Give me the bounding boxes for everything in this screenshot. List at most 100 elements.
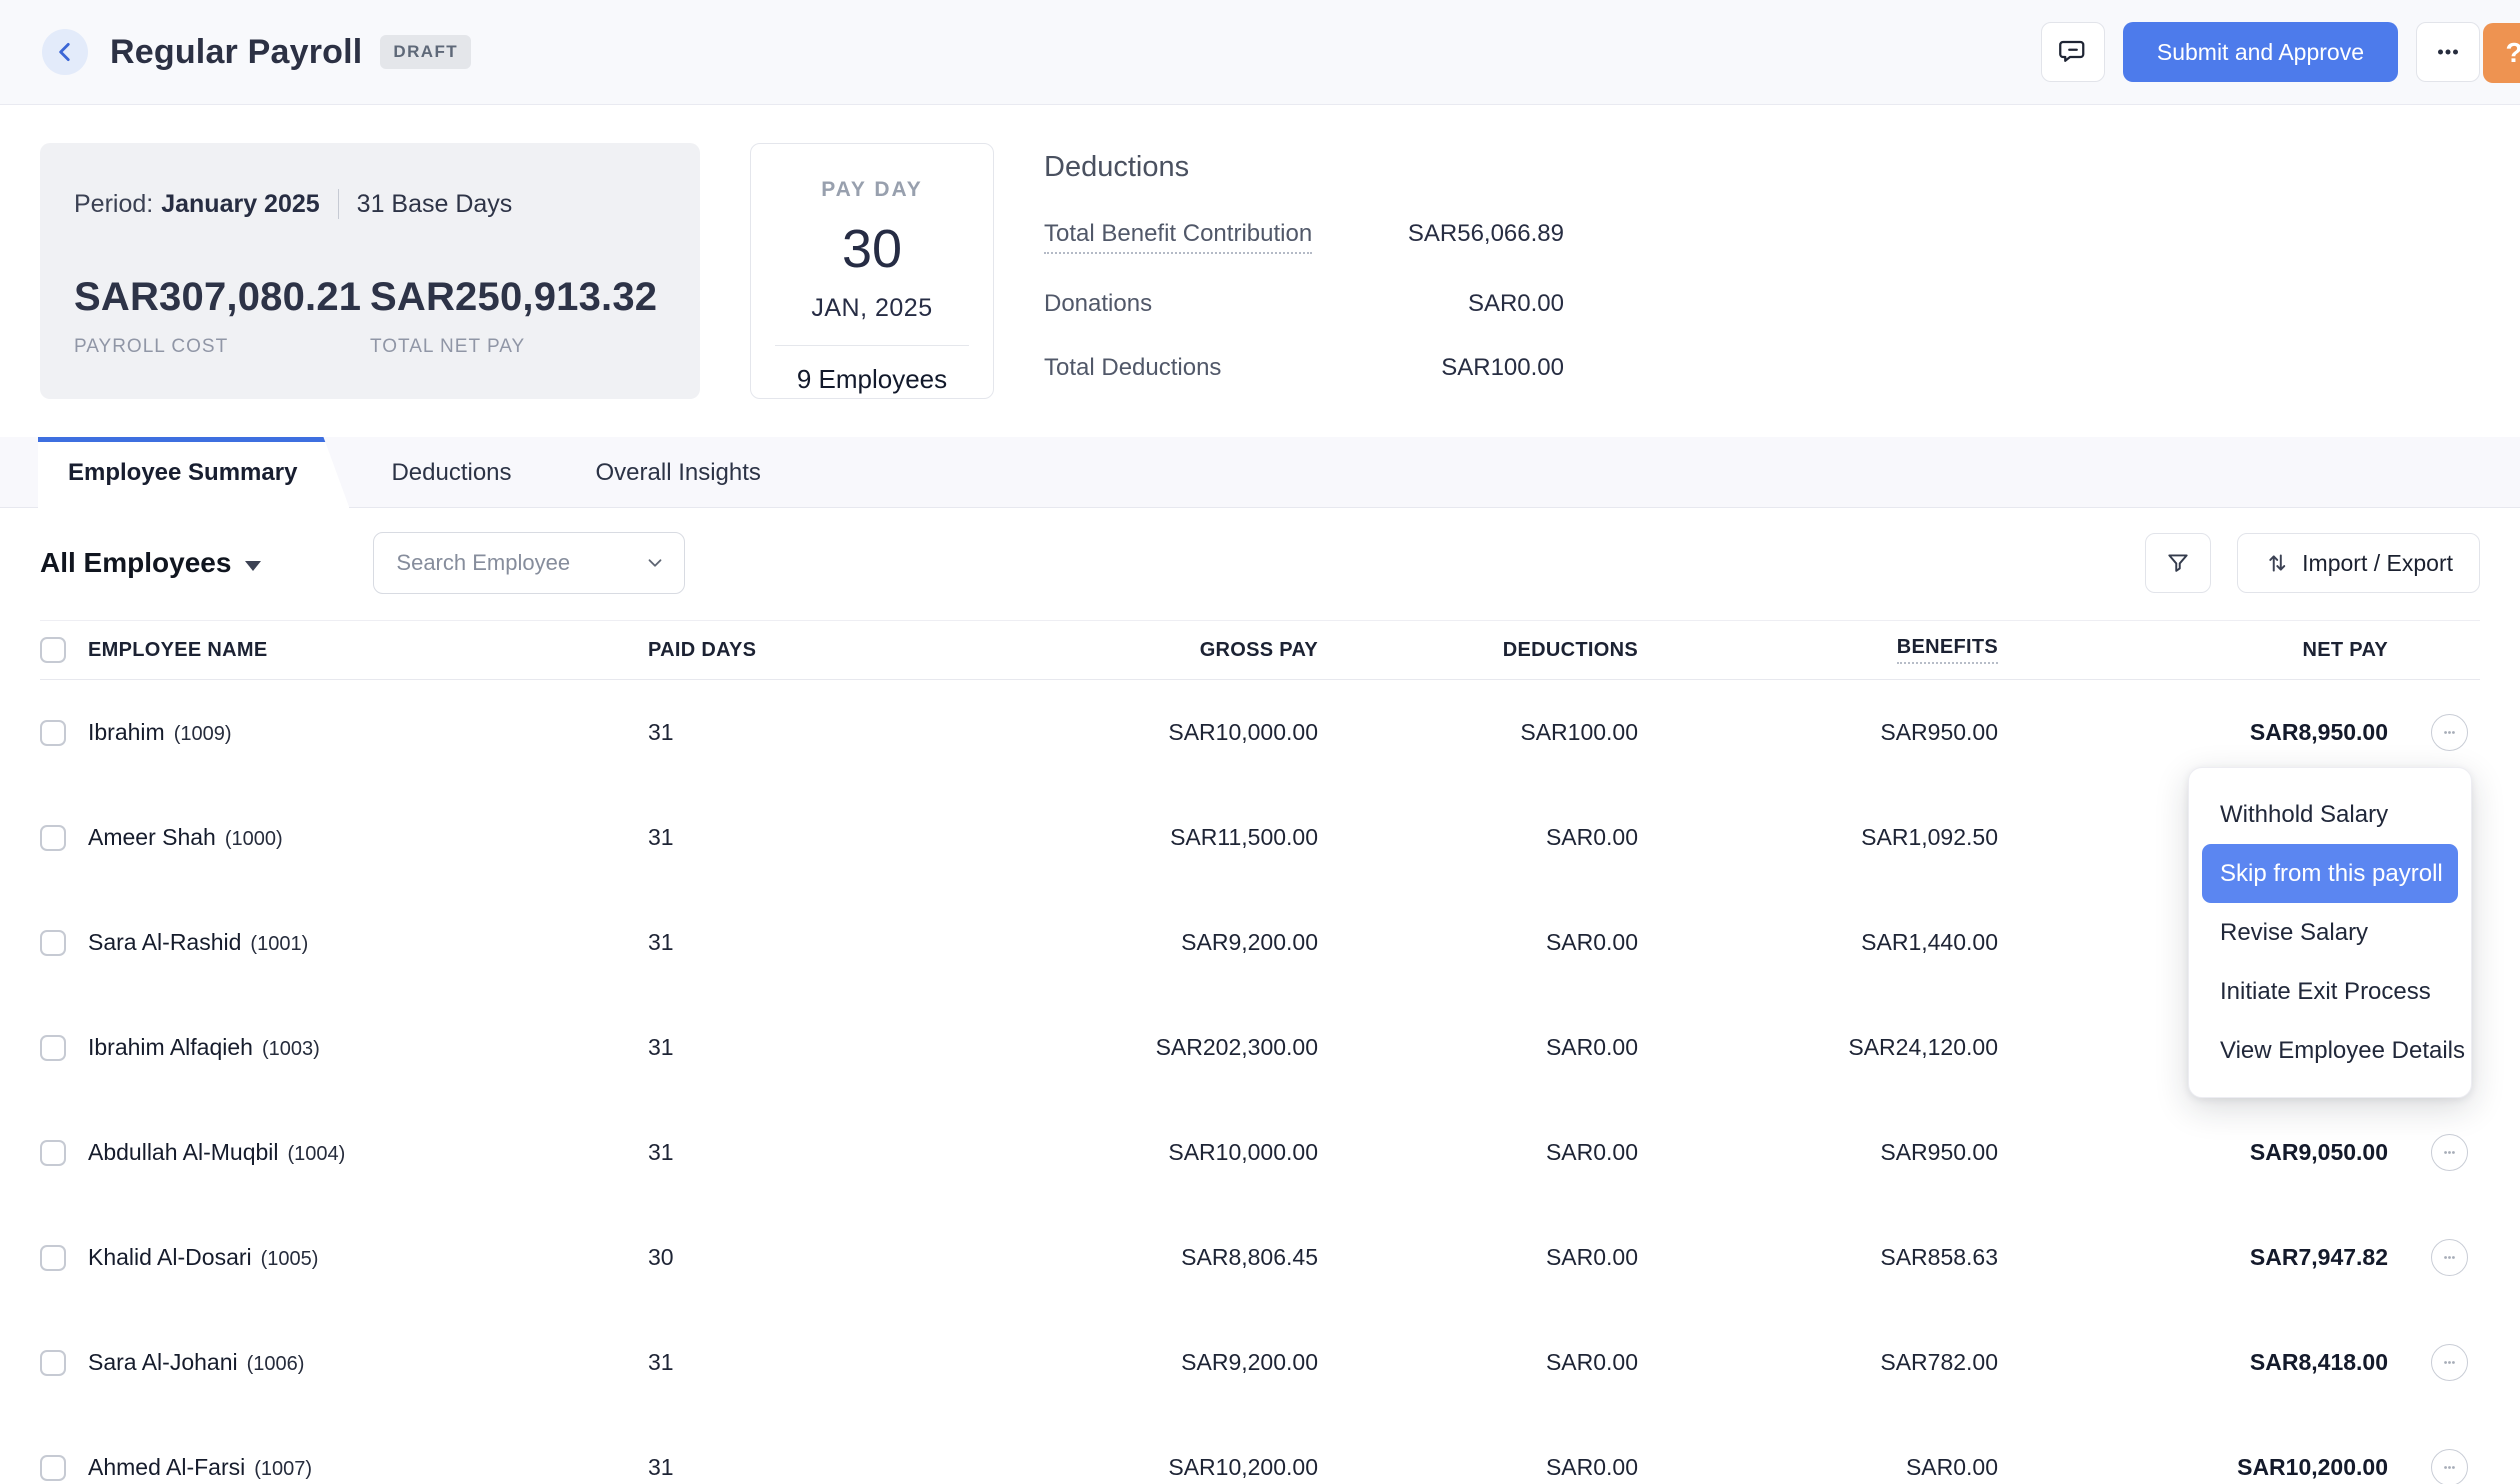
- row-menu-button[interactable]: [2431, 1239, 2468, 1276]
- deduction-label: Total Benefit Contribution: [1044, 220, 1312, 254]
- employee-name-cell[interactable]: Ibrahim (1009): [88, 719, 648, 746]
- tab[interactable]: Deductions: [349, 437, 553, 508]
- table-row: Ameer Shah (1000) 31 SAR11,500.00 SAR0.0…: [40, 785, 2480, 890]
- employee-name: Ibrahim: [88, 719, 165, 746]
- column-header-gross-pay: GROSS PAY: [798, 639, 1318, 662]
- column-header-paid-days: PAID DAYS: [648, 639, 798, 662]
- employee-scope-dropdown[interactable]: All Employees: [40, 547, 261, 579]
- payday-employee-count: 9 Employees: [797, 364, 947, 395]
- row-checkbox[interactable]: [40, 930, 66, 956]
- row-menu-button[interactable]: [2431, 1134, 2468, 1171]
- total-net-pay-value: SAR250,913.32: [370, 275, 666, 320]
- comment-icon: [2058, 37, 2088, 67]
- filter-funnel-icon: [2165, 550, 2191, 576]
- deductions-panel: Deductions Total Benefit Contribution SA…: [1044, 143, 1564, 382]
- deduction-row: Total Benefit Contribution SAR56,066.89: [1044, 220, 1564, 254]
- column-header-deductions: DEDUCTIONS: [1318, 639, 1638, 662]
- deduction-value: SAR56,066.89: [1408, 220, 1564, 248]
- gross-pay-cell: SAR8,806.45: [798, 1244, 1318, 1271]
- table-toolbar: All Employees Search Employee Import / E…: [0, 508, 2520, 594]
- employee-name-cell[interactable]: Ahmed Al-Farsi (1007): [88, 1454, 648, 1481]
- gross-pay-cell: SAR11,500.00: [798, 824, 1318, 851]
- paid-days-cell: 31: [648, 719, 798, 746]
- page-header: Regular Payroll DRAFT Submit and Approve…: [0, 0, 2520, 105]
- deductions-cell: SAR0.00: [1318, 1244, 1638, 1271]
- row-checkbox[interactable]: [40, 825, 66, 851]
- context-menu-item[interactable]: Revise Salary: [2202, 903, 2458, 962]
- context-menu-item[interactable]: Skip from this payroll: [2202, 844, 2458, 903]
- context-menu-item-label: Withhold Salary: [2220, 801, 2388, 829]
- deductions-cell: SAR0.00: [1318, 1139, 1638, 1166]
- tab-label: Employee Summary: [68, 459, 297, 487]
- header-actions: Submit and Approve: [2041, 22, 2480, 82]
- table-row: Sara Al-Johani (1006) 31 SAR9,200.00 SAR…: [40, 1310, 2480, 1415]
- row-menu-button[interactable]: [2431, 1449, 2468, 1484]
- back-button[interactable]: [42, 29, 88, 75]
- ellipsis-icon: [2439, 1457, 2460, 1478]
- row-menu-button[interactable]: [2431, 714, 2468, 751]
- search-placeholder: Search Employee: [396, 550, 570, 576]
- net-pay-cell: SAR9,050.00: [1998, 1139, 2388, 1166]
- context-menu-item[interactable]: Initiate Exit Process: [2202, 962, 2458, 1021]
- help-button[interactable]: ?: [2483, 23, 2520, 83]
- context-menu-item-label: Skip from this payroll: [2220, 860, 2443, 888]
- deductions-cell: SAR0.00: [1318, 824, 1638, 851]
- row-menu-button[interactable]: [2431, 1344, 2468, 1381]
- employee-id: (1007): [254, 1458, 312, 1481]
- divider: [775, 345, 969, 346]
- net-pay-cell: SAR7,947.82: [1998, 1244, 2388, 1271]
- row-checkbox[interactable]: [40, 1350, 66, 1376]
- table-row: Ibrahim (1009) 31 SAR10,000.00 SAR100.00…: [40, 680, 2480, 785]
- context-menu-item[interactable]: View Employee Details: [2202, 1021, 2458, 1080]
- benefits-cell: SAR1,092.50: [1638, 824, 1998, 851]
- employee-name-cell[interactable]: Abdullah Al-Muqbil (1004): [88, 1139, 648, 1166]
- more-actions-button[interactable]: [2416, 22, 2480, 82]
- row-checkbox[interactable]: [40, 1245, 66, 1271]
- employee-name-cell[interactable]: Sara Al-Rashid (1001): [88, 929, 648, 956]
- table-row: Ahmed Al-Farsi (1007) 31 SAR10,200.00 SA…: [40, 1415, 2480, 1484]
- row-checkbox[interactable]: [40, 1035, 66, 1061]
- column-header-net-pay: NET PAY: [1998, 639, 2388, 662]
- gross-pay-cell: SAR202,300.00: [798, 1034, 1318, 1061]
- deduction-value: SAR100.00: [1441, 354, 1564, 382]
- paid-days-cell: 31: [648, 824, 798, 851]
- row-checkbox[interactable]: [40, 1140, 66, 1166]
- tab-label: Deductions: [391, 459, 511, 487]
- net-pay-cell: SAR8,950.00: [1998, 719, 2388, 746]
- amounts-row: SAR307,080.21 PAYROLL COST SAR250,913.32…: [74, 275, 666, 358]
- toolbar-right: Import / Export: [2145, 533, 2480, 593]
- arrows-up-down-icon: [2264, 550, 2290, 576]
- tab[interactable]: Employee Summary: [38, 437, 349, 508]
- chevron-down-icon: [644, 552, 666, 574]
- status-badge: DRAFT: [380, 35, 471, 69]
- employee-name-cell[interactable]: Sara Al-Johani (1006): [88, 1349, 648, 1376]
- employee-id: (1009): [174, 723, 232, 746]
- row-checkbox[interactable]: [40, 720, 66, 746]
- benefits-cell: SAR1,440.00: [1638, 929, 1998, 956]
- submit-and-approve-button[interactable]: Submit and Approve: [2123, 22, 2398, 82]
- summary-section: Period: January 2025 31 Base Days SAR307…: [0, 105, 2520, 399]
- select-all-checkbox[interactable]: [40, 637, 66, 663]
- employee-name: Ibrahim Alfaqieh: [88, 1034, 253, 1061]
- filter-button[interactable]: [2145, 533, 2211, 593]
- deduction-value: SAR0.00: [1468, 290, 1564, 318]
- tab[interactable]: Overall Insights: [554, 437, 803, 508]
- search-employee-select[interactable]: Search Employee: [373, 532, 685, 594]
- benefits-cell: SAR950.00: [1638, 719, 1998, 746]
- paid-days-cell: 31: [648, 1034, 798, 1061]
- import-export-button[interactable]: Import / Export: [2237, 533, 2480, 593]
- employee-scope-label: All Employees: [40, 547, 231, 579]
- employee-name-cell[interactable]: Khalid Al-Dosari (1005): [88, 1244, 648, 1271]
- row-checkbox[interactable]: [40, 1455, 66, 1481]
- comments-button[interactable]: [2041, 22, 2105, 82]
- payday-day: 30: [842, 218, 902, 280]
- employee-id: (1004): [288, 1143, 346, 1166]
- context-menu-item[interactable]: Withhold Salary: [2202, 785, 2458, 844]
- total-net-pay-block: SAR250,913.32 TOTAL NET PAY: [370, 275, 666, 358]
- employee-id: (1003): [262, 1038, 320, 1061]
- employee-name-cell[interactable]: Ameer Shah (1000): [88, 824, 648, 851]
- ellipsis-icon: [2439, 722, 2460, 743]
- employee-name-cell[interactable]: Ibrahim Alfaqieh (1003): [88, 1034, 648, 1061]
- payday-card: PAY DAY 30 JAN, 2025 9 Employees: [750, 143, 994, 399]
- table-row: Sara Al-Rashid (1001) 31 SAR9,200.00 SAR…: [40, 890, 2480, 995]
